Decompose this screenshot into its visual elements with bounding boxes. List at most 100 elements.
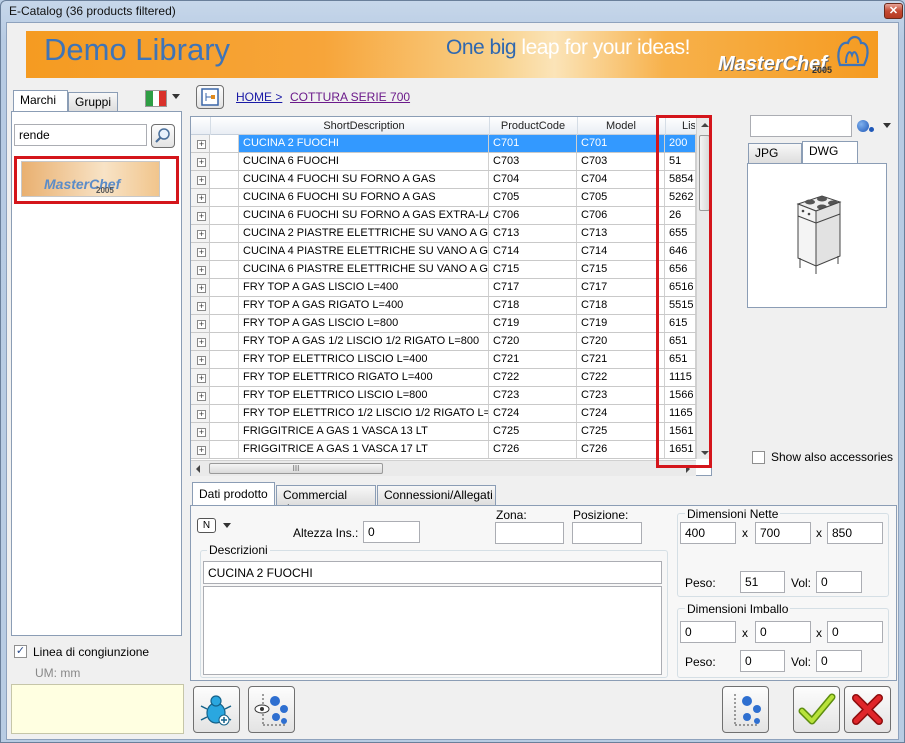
table-row[interactable]: + CUCINA 2 FUOCHI C701 C701 200 [191, 135, 696, 153]
cell-productcode[interactable]: C722 [489, 369, 577, 386]
show-accessories-checkbox[interactable] [752, 451, 765, 464]
cell-shortdescription[interactable]: FRIGGITRICE A GAS 1 VASCA 13 LT [239, 423, 489, 440]
cell-model[interactable]: C705 [577, 189, 665, 206]
expand-row-icon[interactable]: + [197, 374, 206, 383]
brand-item-masterchef[interactable]: MasterChef 2005 [21, 161, 160, 197]
confirm-button[interactable] [793, 686, 840, 733]
breadcrumb-home-link[interactable]: HOME > [236, 90, 282, 104]
cell-model[interactable]: C701 [577, 135, 665, 152]
language-flag-icon[interactable] [145, 90, 167, 107]
breadcrumb-current-link[interactable]: COTTURA SERIE 700 [290, 90, 410, 104]
cell-model[interactable]: C720 [577, 333, 665, 350]
table-row[interactable]: + FRIGGITRICE A GAS 1 VASCA 17 LT C726 C726… [191, 441, 696, 459]
cell-productcode[interactable]: C703 [489, 153, 577, 170]
table-row[interactable]: + FRIGGITRICE A GAS 1 VASCA 13 LT C725 C725… [191, 423, 696, 441]
tree-view-button[interactable] [196, 85, 224, 109]
tab-marchi[interactable]: Marchi [13, 90, 68, 112]
view-options-chevron-down-icon[interactable] [883, 123, 891, 128]
table-row[interactable]: + CUCINA 4 PIASTRE ELETTRICHE SU VANO A G… [191, 243, 696, 261]
cell-shortdescription[interactable]: CUCINA 6 FUOCHI SU FORNO A GAS [239, 189, 489, 206]
cell-shortdescription[interactable]: CUCINA 4 PIASTRE ELETTRICHE SU VANO A GI… [239, 243, 489, 260]
cell-model[interactable]: C722 [577, 369, 665, 386]
expand-row-icon[interactable]: + [197, 338, 206, 347]
cell-productcode[interactable]: C718 [489, 297, 577, 314]
cell-model[interactable]: C704 [577, 171, 665, 188]
expand-row-icon[interactable]: + [197, 284, 206, 293]
descrizione-input[interactable] [203, 561, 662, 584]
cell-shortdescription[interactable]: FRY TOP A GAS LISCIO L=800 [239, 315, 489, 332]
expand-row-icon[interactable]: + [197, 320, 206, 329]
cell-productcode[interactable]: C701 [489, 135, 577, 152]
cell-productcode[interactable]: C714 [489, 243, 577, 260]
expand-row-icon[interactable]: + [197, 392, 206, 401]
descrizione-extended-textarea[interactable] [203, 586, 662, 675]
nette-height-input[interactable] [827, 522, 883, 544]
cancel-button[interactable] [844, 686, 891, 733]
cell-shortdescription[interactable]: FRY TOP ELETTRICO 1/2 LISCIO 1/2 RIGATO … [239, 405, 489, 422]
tab-gruppi[interactable]: Gruppi [68, 92, 118, 112]
imballo-vol-input[interactable] [816, 650, 862, 672]
cell-productcode[interactable]: C720 [489, 333, 577, 350]
expand-row-icon[interactable]: + [197, 230, 206, 239]
cell-productcode[interactable]: C704 [489, 171, 577, 188]
cell-productcode[interactable]: C717 [489, 279, 577, 296]
expand-row-icon[interactable]: + [197, 194, 206, 203]
cell-model[interactable]: C714 [577, 243, 665, 260]
tab-connessioni-allegati[interactable]: Connessioni/Allegati [377, 485, 496, 506]
scroll-left-arrow-icon[interactable] [196, 465, 200, 473]
expand-row-icon[interactable]: + [197, 446, 206, 455]
cell-shortdescription[interactable]: CUCINA 6 FUOCHI [239, 153, 489, 170]
n-badge-chevron-down-icon[interactable] [223, 523, 231, 528]
tab-dwg[interactable]: DWG [802, 141, 858, 164]
cell-model[interactable]: C703 [577, 153, 665, 170]
imballo-peso-input[interactable] [740, 650, 785, 672]
cell-model[interactable]: C719 [577, 315, 665, 332]
cell-productcode[interactable]: C724 [489, 405, 577, 422]
column-header-productcode[interactable]: ProductCode [489, 120, 577, 132]
table-row[interactable]: + CUCINA 6 PIASTRE ELETTRICHE SU VANO A G… [191, 261, 696, 279]
cell-shortdescription[interactable]: FRY TOP A GAS LISCIO L=400 [239, 279, 489, 296]
cell-productcode[interactable]: C706 [489, 207, 577, 224]
view-connections-button[interactable] [248, 686, 295, 733]
cell-shortdescription[interactable]: CUCINA 2 PIASTRE ELETTRICHE SU VANO A GI… [239, 225, 489, 242]
table-row[interactable]: + CUCINA 4 FUOCHI SU FORNO A GAS C704 C704 5… [191, 171, 696, 189]
cell-shortdescription[interactable]: FRIGGITRICE A GAS 1 VASCA 17 LT [239, 441, 489, 458]
connections-button[interactable] [722, 686, 769, 733]
cell-model[interactable]: C718 [577, 297, 665, 314]
cell-model[interactable]: C706 [577, 207, 665, 224]
table-row[interactable]: + CUCINA 2 PIASTRE ELETTRICHE SU VANO A G… [191, 225, 696, 243]
table-row[interactable]: + CUCINA 6 FUOCHI C703 C703 51 [191, 153, 696, 171]
posizione-input[interactable] [572, 522, 642, 544]
cell-model[interactable]: C724 [577, 405, 665, 422]
cell-model[interactable]: C723 [577, 387, 665, 404]
tab-dati-prodotto[interactable]: Dati prodotto [192, 482, 275, 506]
cell-model[interactable]: C717 [577, 279, 665, 296]
cell-shortdescription[interactable]: FRY TOP A GAS RIGATO L=400 [239, 297, 489, 314]
table-row[interactable]: + FRY TOP ELETTRICO RIGATO L=400 C722 C722 1… [191, 369, 696, 387]
zona-input[interactable] [495, 522, 564, 544]
cell-model[interactable]: C725 [577, 423, 665, 440]
cell-productcode[interactable]: C726 [489, 441, 577, 458]
cell-productcode[interactable]: C713 [489, 225, 577, 242]
cell-model[interactable]: C715 [577, 261, 665, 278]
cell-productcode[interactable]: C715 [489, 261, 577, 278]
expand-row-icon[interactable]: + [197, 248, 206, 257]
expand-row-icon[interactable]: + [197, 356, 206, 365]
table-row[interactable]: + FRY TOP A GAS 1/2 LISCIO 1/2 RIGATO L=8… [191, 333, 696, 351]
table-row[interactable]: + FRY TOP A GAS LISCIO L=800 C719 C719 615 [191, 315, 696, 333]
cell-shortdescription[interactable]: CUCINA 6 FUOCHI SU FORNO A GAS EXTRA-LAR… [239, 207, 489, 224]
table-row[interactable]: + CUCINA 6 FUOCHI SU FORNO A GAS C705 C705 5… [191, 189, 696, 207]
expand-row-icon[interactable]: + [197, 212, 206, 221]
expand-row-icon[interactable]: + [197, 266, 206, 275]
table-row[interactable]: + FRY TOP A GAS LISCIO L=400 C717 C717 6516 [191, 279, 696, 297]
altezza-input[interactable] [363, 521, 420, 543]
cell-shortdescription[interactable]: FRY TOP ELETTRICO LISCIO L=400 [239, 351, 489, 368]
view-options-icon[interactable] [857, 120, 869, 132]
grid-horizontal-scrollbar[interactable]: III [191, 460, 696, 476]
expand-row-icon[interactable]: + [197, 410, 206, 419]
imballo-height-input[interactable] [827, 621, 883, 643]
cell-model[interactable]: C721 [577, 351, 665, 368]
column-header-model[interactable]: Model [577, 120, 665, 132]
cell-shortdescription[interactable]: CUCINA 4 FUOCHI SU FORNO A GAS [239, 171, 489, 188]
table-row[interactable]: + FRY TOP ELETTRICO 1/2 LISCIO 1/2 RIGATO… [191, 405, 696, 423]
